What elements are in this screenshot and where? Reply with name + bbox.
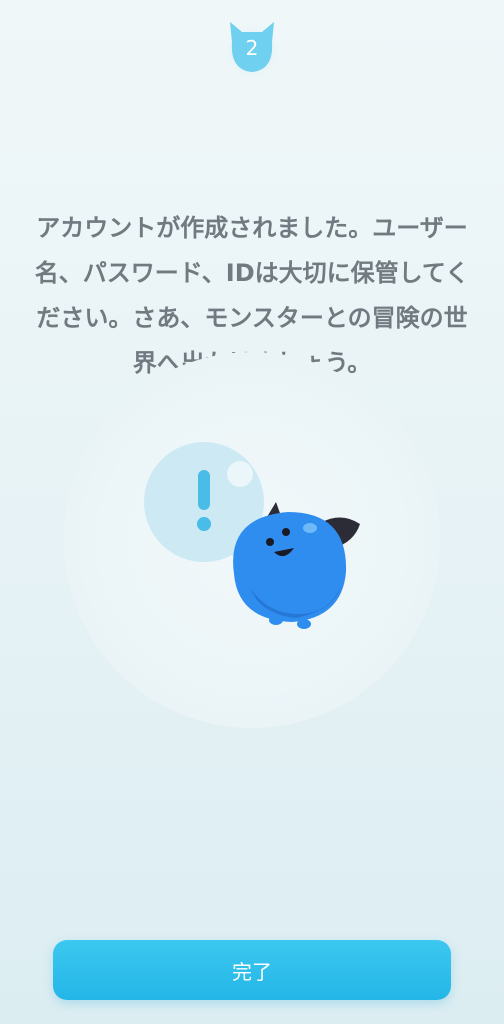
step-number: 2 xyxy=(245,36,259,60)
monster-illustration xyxy=(64,352,440,728)
step-indicator: 2 xyxy=(222,12,282,82)
complete-button[interactable]: 完了 xyxy=(53,940,451,1000)
exclamation-icon xyxy=(197,470,211,531)
